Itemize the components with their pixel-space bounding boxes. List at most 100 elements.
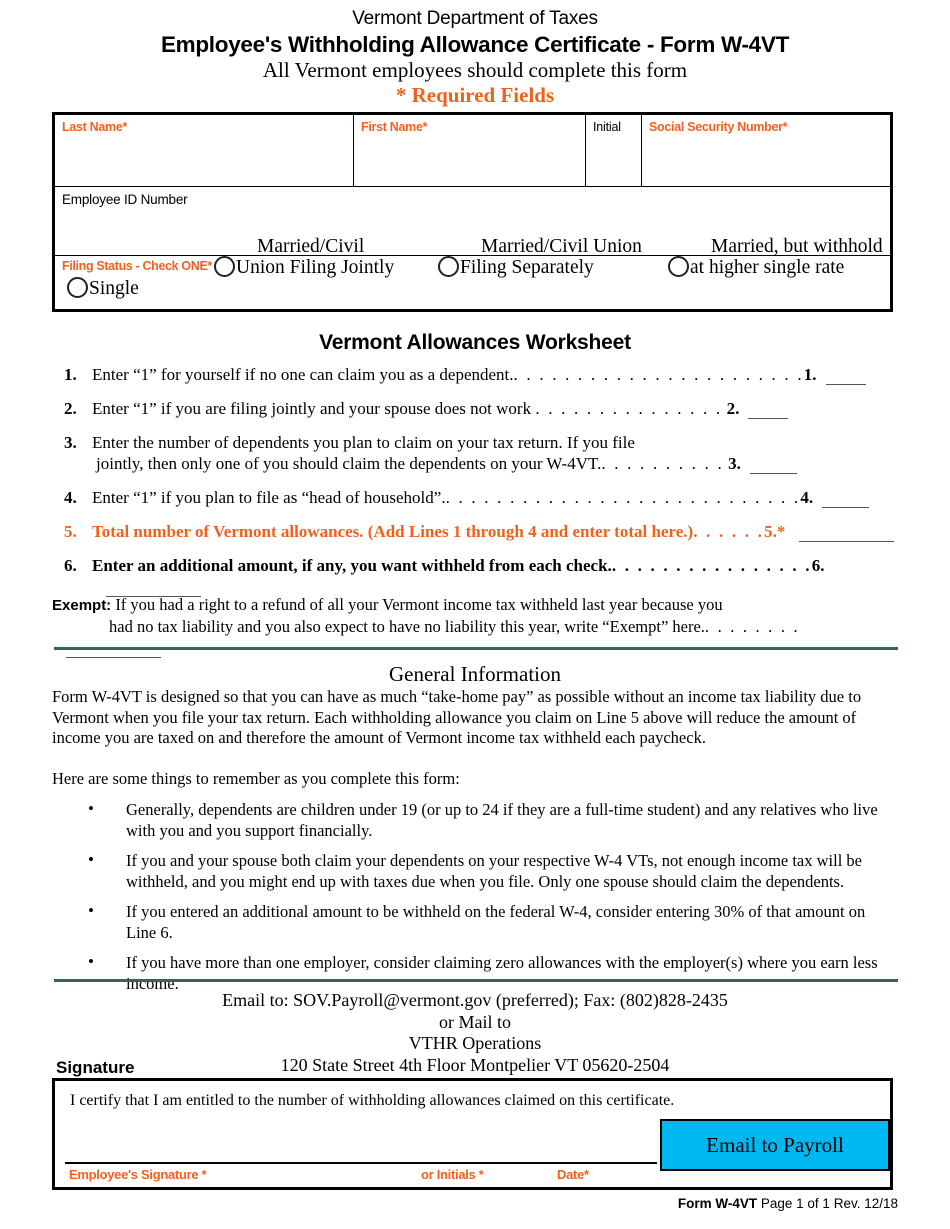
signature-box: I certify that I am entitled to the numb… [52,1078,893,1190]
leader-dots: . . . . . . . . [704,617,800,636]
worksheet-line-text: Total number of Vermont allowances. (Add… [92,522,694,541]
radio-icon[interactable] [214,256,235,277]
filing-status-option-single[interactable]: Single [67,277,139,299]
worksheet-line-text: Enter “1” for yourself if no one can cla… [92,365,514,384]
first-name-field[interactable]: First Name* [353,115,585,186]
list-item: • If you and your spouse both claim your… [88,850,896,892]
list-item: • Generally, dependents are children und… [88,799,896,841]
worksheet-line-4: 4. Enter “1” if you plan to file as “hea… [60,487,900,508]
worksheet-line-number: 5. [64,522,77,541]
date-label: Date* [557,1167,589,1182]
worksheet-line-ref: 4. [800,488,814,507]
name-row: Last Name* First Name* Initial Social Se… [55,115,890,187]
footer-page-number: Page 1 of 1 [760,1196,830,1211]
middle-initial-field[interactable]: Initial [585,115,641,186]
leader-dots: . . . . . . . . . . [601,454,724,473]
worksheet-line-ref: 6. [811,556,825,575]
leader-dots: . . . . . . . . . . . . . . . [535,399,723,418]
worksheet-line-number: 3. [64,433,77,452]
radio-icon[interactable] [67,277,88,298]
general-information-title: General Information [388,662,561,686]
list-item: • If you entered an additional amount to… [88,901,896,943]
list-item-text: If you entered an additional amount to b… [126,902,866,942]
worksheet-line-3-input[interactable] [749,459,797,474]
filing-status-option-label-line2: at higher single rate [690,257,845,278]
filing-status-label: Filing Status - Check ONE* [62,259,212,273]
leader-dots: . . . . . . . . . . . . . . . . . . . . … [445,488,801,507]
submission-office-line: VTHR Operations [408,1033,542,1053]
filing-status-option-jointly[interactable]: Married/Civil Union Filing Jointly [214,236,394,278]
leader-dots: . . . . . . . . . . . . . . . . . . . . … [513,365,804,384]
filing-status-option-label-line1: Married/Civil [257,236,365,257]
worksheet-line-number: 4. [64,488,77,507]
first-name-label: First Name* [361,120,428,134]
worksheet-line-text: Enter “1” if you plan to file as “head o… [92,488,446,507]
leader-dots: . . . . . . [693,522,765,541]
worksheet-line-6: 6. Enter an additional amount, if any, y… [60,555,900,597]
last-name-field[interactable]: Last Name* [55,115,353,186]
radio-icon[interactable] [438,256,459,277]
worksheet-line-1-input[interactable] [825,370,866,385]
last-name-label: Last Name* [62,120,128,134]
bullet-icon: • [88,901,94,920]
bullet-icon: • [88,799,94,818]
submission-or-mail-line: or Mail to [439,1011,511,1032]
document-header: Vermont Department of Taxes Employee's W… [0,0,950,108]
general-information-subheading: Here are some things to remember as you … [52,769,460,788]
list-item-text: If you and your spouse both claim your d… [126,851,862,891]
agency-name: Vermont Department of Taxes [352,8,598,29]
page-title: Employee's Withholding Allowance Certifi… [160,32,790,57]
exempt-text-line1: If you had a right to a refund of all yo… [115,595,723,614]
worksheet-line-text: Enter an additional amount, if any, you … [92,556,612,575]
worksheet-line-ref: 1. [803,365,817,384]
filing-status-option-higher-single-rate[interactable]: Married, but withhold at higher single r… [668,236,883,278]
worksheet-title: Vermont Allowances Worksheet [319,331,631,354]
allowances-worksheet: 1. Enter “1” for yourself if no one can … [60,364,900,610]
initials-label: or Initials * [421,1167,484,1182]
worksheet-line-2: 2. Enter “1” if you are filing jointly a… [60,398,900,419]
submission-address-line: 120 State Street 4th Floor Montpelier VT… [280,1054,670,1075]
document-footer: Form W-4VT Page 1 of 1 Rev. 12/18 [678,1196,898,1211]
exempt-label: Exempt: [52,597,112,614]
worksheet-line-5: 5. Total number of Vermont allowances. (… [60,521,900,542]
filing-status-option-label-line1: Married/Civil Union [481,236,642,257]
list-item-text: If you have more than one employer, cons… [126,953,878,993]
employee-identity-table: Last Name* First Name* Initial Social Se… [52,112,893,312]
exempt-text-line2: had no tax liability and you also expect… [109,617,705,636]
ssn-label: Social Security Number* [649,120,788,134]
filing-status-option-label-line2: Filing Separately [460,257,594,278]
worksheet-line-ref: 3. [728,454,741,473]
worksheet-line-2-input[interactable] [748,404,789,419]
middle-initial-label: Initial [593,120,621,134]
worksheet-line-text-line1: Enter the number of dependents you plan … [92,433,635,452]
signature-rule [65,1162,657,1165]
footer-revision: Rev. 12/18 [833,1196,898,1211]
document-subtitle: All Vermont employees should complete th… [262,58,688,82]
list-item-text: Generally, dependents are children under… [126,800,878,840]
general-information-bullet-list: • Generally, dependents are children und… [88,799,896,1004]
certification-statement: I certify that I am entitled to the numb… [70,1092,675,1109]
ssn-field[interactable]: Social Security Number* [641,115,890,186]
exempt-input[interactable] [66,643,161,658]
list-item: • If you have more than one employer, co… [88,952,896,994]
divider-rule-top [54,647,898,650]
bullet-icon: • [88,850,94,869]
email-to-payroll-button[interactable]: Email to Payroll [660,1119,890,1171]
filing-status-option-label-line1: Married, but withhold [711,236,883,257]
signature-section-label: Signature [56,1058,135,1077]
required-fields-note: * Required Fields [395,83,555,107]
radio-icon[interactable] [668,256,689,277]
employee-id-label: Employee ID Number [62,192,188,207]
worksheet-line-number: 2. [64,399,77,418]
worksheet-line-text-line2: jointly, then only one of you should cla… [96,454,602,473]
worksheet-line-4-input[interactable] [822,493,870,508]
worksheet-line-3: 3. Enter the number of dependents you pl… [60,432,900,474]
employee-signature-label: Employee's Signature * [69,1167,207,1182]
worksheet-line-5-input[interactable] [799,527,895,542]
filing-status-row: Filing Status - Check ONE* Single Marrie… [55,236,890,309]
divider-rule-bottom [54,979,898,982]
worksheet-line-number: 1. [64,365,77,384]
filing-status-option-separately[interactable]: Married/Civil Union Filing Separately [438,236,642,278]
submission-instructions: Email to: SOV.Payroll@vermont.gov (prefe… [0,990,950,1076]
general-information-paragraph: Form W-4VT is designed so that you can h… [52,687,862,747]
